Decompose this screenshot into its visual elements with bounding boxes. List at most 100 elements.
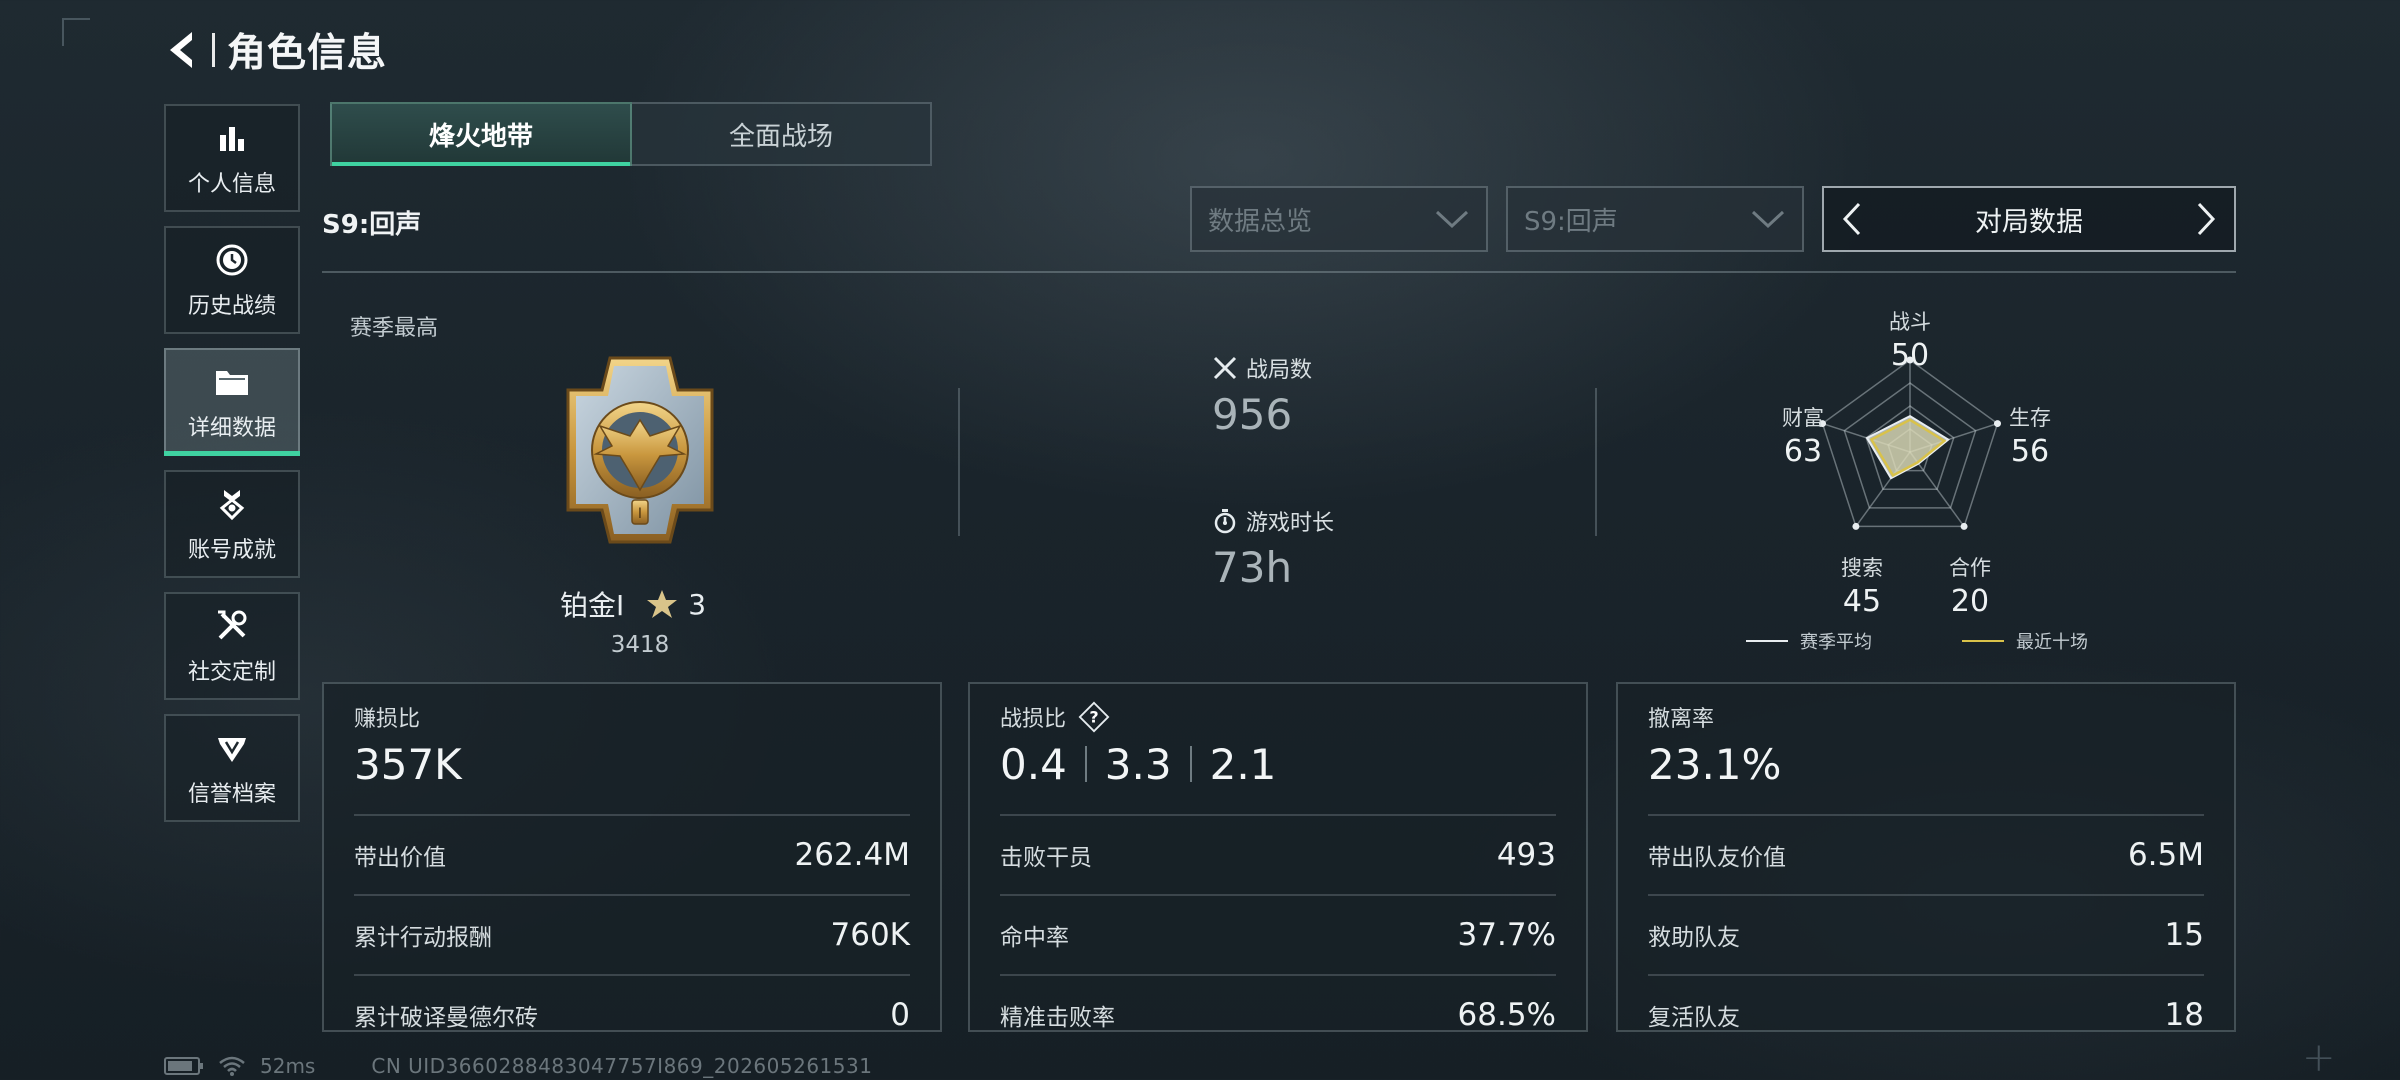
previous-button[interactable] <box>1834 194 1870 244</box>
crossed-swords-icon <box>1212 355 1238 381</box>
radar-axis-value: 20 <box>1950 584 1990 619</box>
sidebar-item-achievements[interactable]: 账号成就 <box>164 470 300 578</box>
row-value: 15 <box>2164 917 2204 953</box>
platinum-rank-emblem-icon: I <box>566 356 714 544</box>
page-header: 角色信息 <box>160 22 387 78</box>
divider <box>958 388 960 536</box>
sidebar-item-personal-info[interactable]: 个人信息 <box>164 104 300 212</box>
legend-season-avg: 赛季平均 <box>1746 628 1872 654</box>
row-value: 0 <box>890 997 910 1033</box>
matches-stat: 战局数 956 <box>1212 352 1312 439</box>
row-value: 18 <box>2164 997 2204 1033</box>
row-value: 6.5M <box>2127 837 2204 873</box>
next-button[interactable] <box>2188 194 2224 244</box>
divider <box>322 271 2236 273</box>
switcher-label: 对局数据 <box>1975 206 2083 238</box>
radar-axis-value: 63 <box>1783 434 1823 469</box>
row-label: 命中率 <box>1000 925 1069 951</box>
back-arrow-icon <box>170 32 192 68</box>
achievement-badge-icon <box>212 484 252 524</box>
stat-value: 956 <box>1212 390 1293 439</box>
chevron-down-icon <box>1751 210 1785 229</box>
back-button[interactable] <box>160 26 204 74</box>
tab-full-battlefield[interactable]: 全面战场 <box>630 102 932 166</box>
card-row: 命中率 37.7% <box>1000 894 1556 974</box>
season-label: S9:回声 <box>322 210 422 240</box>
radar-axis-value: 56 <box>2010 434 2050 469</box>
star-icon <box>647 590 678 618</box>
season-dropdown[interactable]: S9:回声 <box>1506 186 1804 252</box>
sidebar-item-label: 账号成就 <box>187 538 276 563</box>
radar-axis-label: 合作 <box>1949 556 1991 580</box>
sidebar-item-detailed-data[interactable]: 详细数据 <box>164 348 300 456</box>
rank-name: 铂金I <box>560 589 625 622</box>
shield-emblem-icon <box>212 728 252 768</box>
bar-chart-icon <box>212 118 252 158</box>
card-row: 复活队友 18 <box>1648 974 2204 1054</box>
card-title: 赚损比 <box>354 707 421 732</box>
dropdown-value: 数据总览 <box>1208 206 1313 237</box>
row-label: 复活队友 <box>1648 1005 1740 1031</box>
sidebar-item-label: 社交定制 <box>187 660 276 685</box>
card-main-value: 23.1% <box>1648 739 1782 789</box>
legend-label: 最近十场 <box>2016 632 2088 653</box>
rank-score: 3418 <box>610 632 670 658</box>
radar-axis-value: 50 <box>1890 338 1930 373</box>
ping-value: 52ms <box>260 1054 316 1078</box>
rank-stars: 3 <box>688 587 707 621</box>
card-row: 累计行动报酬 760K <box>354 894 910 974</box>
card-title-row: 战损比 ? <box>1000 701 1556 733</box>
row-label: 击败干员 <box>1000 845 1092 871</box>
stat-label: 战局数 <box>1246 358 1313 383</box>
data-overview-dropdown[interactable]: 数据总览 <box>1190 186 1488 252</box>
sidebar: 个人信息 历史战绩 详细数据 账号成就 社交定制 信誉档案 <box>164 104 300 836</box>
card-row: 带出队友价值 6.5M <box>1648 814 2204 894</box>
season-highest-label: 赛季最高 <box>350 316 439 341</box>
wifi-icon <box>219 1056 245 1076</box>
data-type-switcher: 对局数据 <box>1822 186 2236 252</box>
card-row: 精准击败率 68.5% <box>1000 974 1556 1054</box>
sidebar-item-label: 信誉档案 <box>187 782 276 807</box>
combat-ratio-card: 战损比 ? 0.4 3.3 2.1 击败干员 493 命中率 37.7% 精准击… <box>968 682 1588 1033</box>
card-title: 撤离率 <box>1648 707 1715 732</box>
stat-label: 游戏时长 <box>1246 511 1335 536</box>
svg-text:I: I <box>638 506 642 522</box>
legend-label: 赛季平均 <box>1800 632 1872 653</box>
user-uid: CN UID3660288483047757I869_202605261531 <box>371 1054 873 1078</box>
radar-axis-label: 财富 <box>1782 406 1824 430</box>
title-separator <box>212 33 215 67</box>
sidebar-item-history[interactable]: 历史战绩 <box>164 226 300 334</box>
folder-icon <box>212 362 252 402</box>
mode-tabs: 烽火地带 全面战场 <box>330 102 932 166</box>
status-bar: 52ms CN UID3660288483047757I869_20260526… <box>164 1054 872 1078</box>
value-separator <box>1189 746 1192 782</box>
sidebar-item-social-custom[interactable]: 社交定制 <box>164 592 300 700</box>
stat-value: 73h <box>1212 543 1293 592</box>
rank-info: 铂金I 3 <box>560 584 706 624</box>
clock-icon <box>212 240 252 280</box>
card-title: 战损比 <box>1000 707 1067 732</box>
chevron-left-icon <box>1842 202 1861 236</box>
radar-axis-dot <box>1852 522 1860 530</box>
help-icon[interactable]: ? <box>1078 701 1110 733</box>
row-label: 带出队友价值 <box>1648 845 1786 871</box>
battery-icon <box>164 1057 203 1075</box>
radar-axis-label: 战斗 <box>1889 310 1931 334</box>
radar-series-recent <box>1869 418 1947 478</box>
sidebar-item-label: 详细数据 <box>187 416 276 441</box>
value-separator <box>1084 746 1087 782</box>
card-row: 累计破译曼德尔砖 0 <box>354 974 910 1054</box>
tools-icon <box>212 606 252 646</box>
radar-axis-label: 生存 <box>2009 406 2051 430</box>
row-label: 精准击败率 <box>1000 1005 1115 1031</box>
radar-axis-value: 45 <box>1842 584 1882 619</box>
divider <box>1595 388 1597 536</box>
sidebar-item-reputation[interactable]: 信誉档案 <box>164 714 300 822</box>
row-label: 累计行动报酬 <box>354 925 492 951</box>
card-row: 救助队友 15 <box>1648 894 2204 974</box>
ratio-value: 3.3 <box>1104 739 1172 789</box>
tab-warfire-zone[interactable]: 烽火地带 <box>330 102 632 166</box>
card-main-values: 0.4 3.3 2.1 <box>1000 736 1556 792</box>
radar-axis-dot <box>1960 522 1968 530</box>
ratio-value: 2.1 <box>1209 739 1277 789</box>
